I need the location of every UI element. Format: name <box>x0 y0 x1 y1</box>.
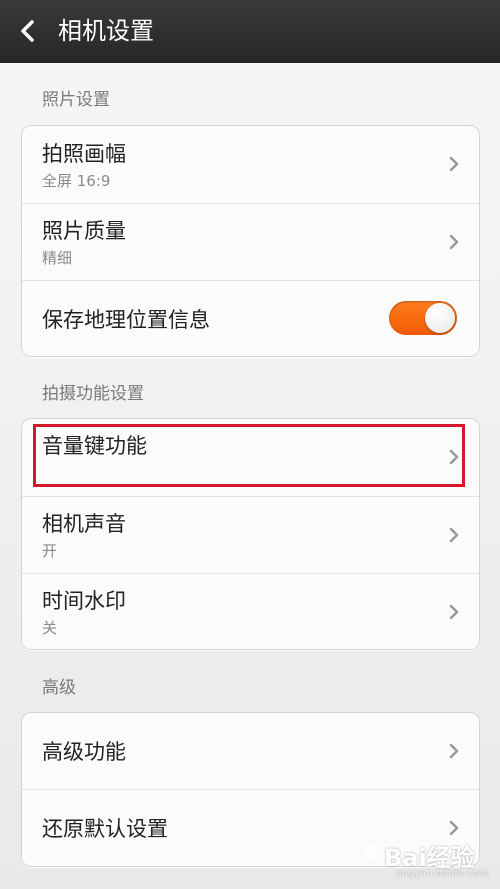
title-bar: 相机设置 <box>0 0 500 63</box>
chevron-right-icon <box>449 156 459 172</box>
paw-logo-icon <box>363 843 379 861</box>
setting-title: 高级功能 <box>42 740 126 764</box>
setting-row-advanced-features[interactable]: 高级功能 <box>22 713 479 790</box>
setting-value: 精细 <box>42 249 73 267</box>
chevron-right-icon <box>449 820 459 836</box>
setting-title: 时间水印 <box>42 589 126 613</box>
setting-value: 开 <box>42 542 58 560</box>
setting-row-save-location: 保存地理位置信息 <box>22 281 479 356</box>
watermark-url: jingyan.baidu.com <box>396 868 489 879</box>
section-label-shooting: 拍摄功能设置 <box>42 384 144 404</box>
setting-title: 相机声音 <box>42 512 126 536</box>
section-label-advanced: 高级 <box>42 678 76 698</box>
chevron-right-icon <box>449 527 459 543</box>
back-arrow-icon[interactable] <box>17 19 39 43</box>
setting-value: 关 <box>42 619 58 637</box>
chevron-right-icon <box>449 234 459 250</box>
card-photo-settings: 拍照画幅 全屏 16:9 照片质量 精细 保存地理位置信息 <box>21 125 480 357</box>
setting-row-photo-quality[interactable]: 照片质量 精细 <box>22 204 479 281</box>
setting-title: 照片质量 <box>42 219 126 243</box>
baidu-jingyan-watermark: Bai经验 jingyan.baidu.com <box>360 836 496 884</box>
toggle-knob <box>425 303 455 333</box>
page-title: 相机设置 <box>58 17 154 45</box>
setting-row-camera-sound[interactable]: 相机声音 开 <box>22 497 479 574</box>
setting-title: 保存地理位置信息 <box>42 308 210 332</box>
setting-row-time-watermark[interactable]: 时间水印 关 <box>22 574 479 649</box>
location-toggle-switch[interactable] <box>389 301 457 335</box>
setting-value: 全屏 16:9 <box>42 172 111 190</box>
chevron-right-icon <box>449 743 459 759</box>
setting-title: 还原默认设置 <box>42 817 168 841</box>
setting-title: 拍照画幅 <box>42 142 126 166</box>
chevron-right-icon <box>449 604 459 620</box>
setting-row-aspect-ratio[interactable]: 拍照画幅 全屏 16:9 <box>22 126 479 203</box>
annotation-highlight-box <box>33 424 465 487</box>
section-label-photo: 照片设置 <box>42 90 110 110</box>
